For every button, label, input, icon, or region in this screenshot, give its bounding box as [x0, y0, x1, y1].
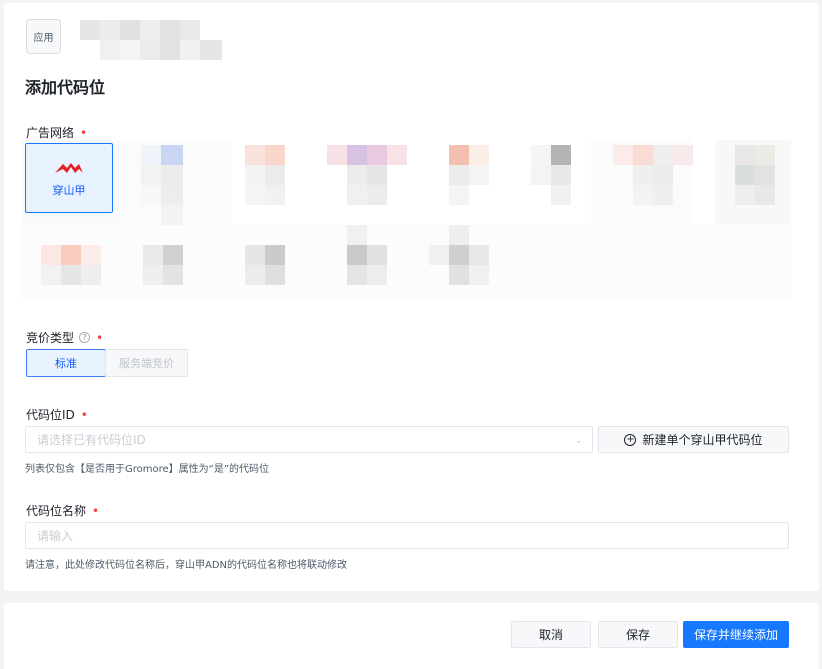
required-mark: •	[96, 330, 104, 345]
plus-circle-icon: +	[624, 433, 637, 446]
app-icon: 应用	[26, 19, 61, 54]
slot-name-input[interactable]: 请输入	[25, 522, 789, 549]
ad-network-label: 广告网络 •	[26, 125, 88, 141]
help-icon[interactable]: ?	[79, 332, 91, 343]
save-and-continue-button[interactable]: 保存并继续添加	[683, 621, 789, 648]
chevron-down-icon: ⌄	[574, 435, 583, 446]
app-name-redacted	[80, 20, 222, 60]
ad-network-name: 穿山甲	[52, 184, 86, 197]
ad-network-grid: 穿山甲	[21, 140, 791, 300]
new-slot-button[interactable]: + 新建单个穿山甲代码位	[598, 426, 789, 453]
page-title: 添加代码位	[25, 78, 106, 97]
ad-network-option-selected[interactable]: 穿山甲	[25, 143, 113, 213]
slot-id-label: 代码位ID •	[26, 407, 88, 423]
cancel-button[interactable]: 取消	[511, 621, 591, 648]
slot-name-hint: 请注意，此处修改代码位名称后，穿山甲ADN的代码位名称也将联动修改	[25, 560, 348, 571]
pangle-logo-icon	[55, 163, 83, 173]
slot-name-label: 代码位名称 •	[26, 503, 100, 519]
required-mark: •	[80, 407, 88, 422]
save-button[interactable]: 保存	[598, 621, 678, 648]
bidding-option-server[interactable]: 服务端竞价	[105, 349, 188, 377]
slot-id-select[interactable]: 请选择已有代码位ID ⌄	[25, 426, 593, 453]
ad-network-options-redacted[interactable]	[21, 140, 791, 300]
bidding-option-standard[interactable]: 标准	[26, 349, 106, 377]
required-mark: •	[92, 503, 100, 518]
bidding-type-label: 竞价类型 ? •	[26, 330, 104, 346]
slot-id-hint: 列表仅包含【是否用于Gromore】属性为“是”的代码位	[25, 464, 270, 475]
required-mark: •	[80, 125, 88, 140]
